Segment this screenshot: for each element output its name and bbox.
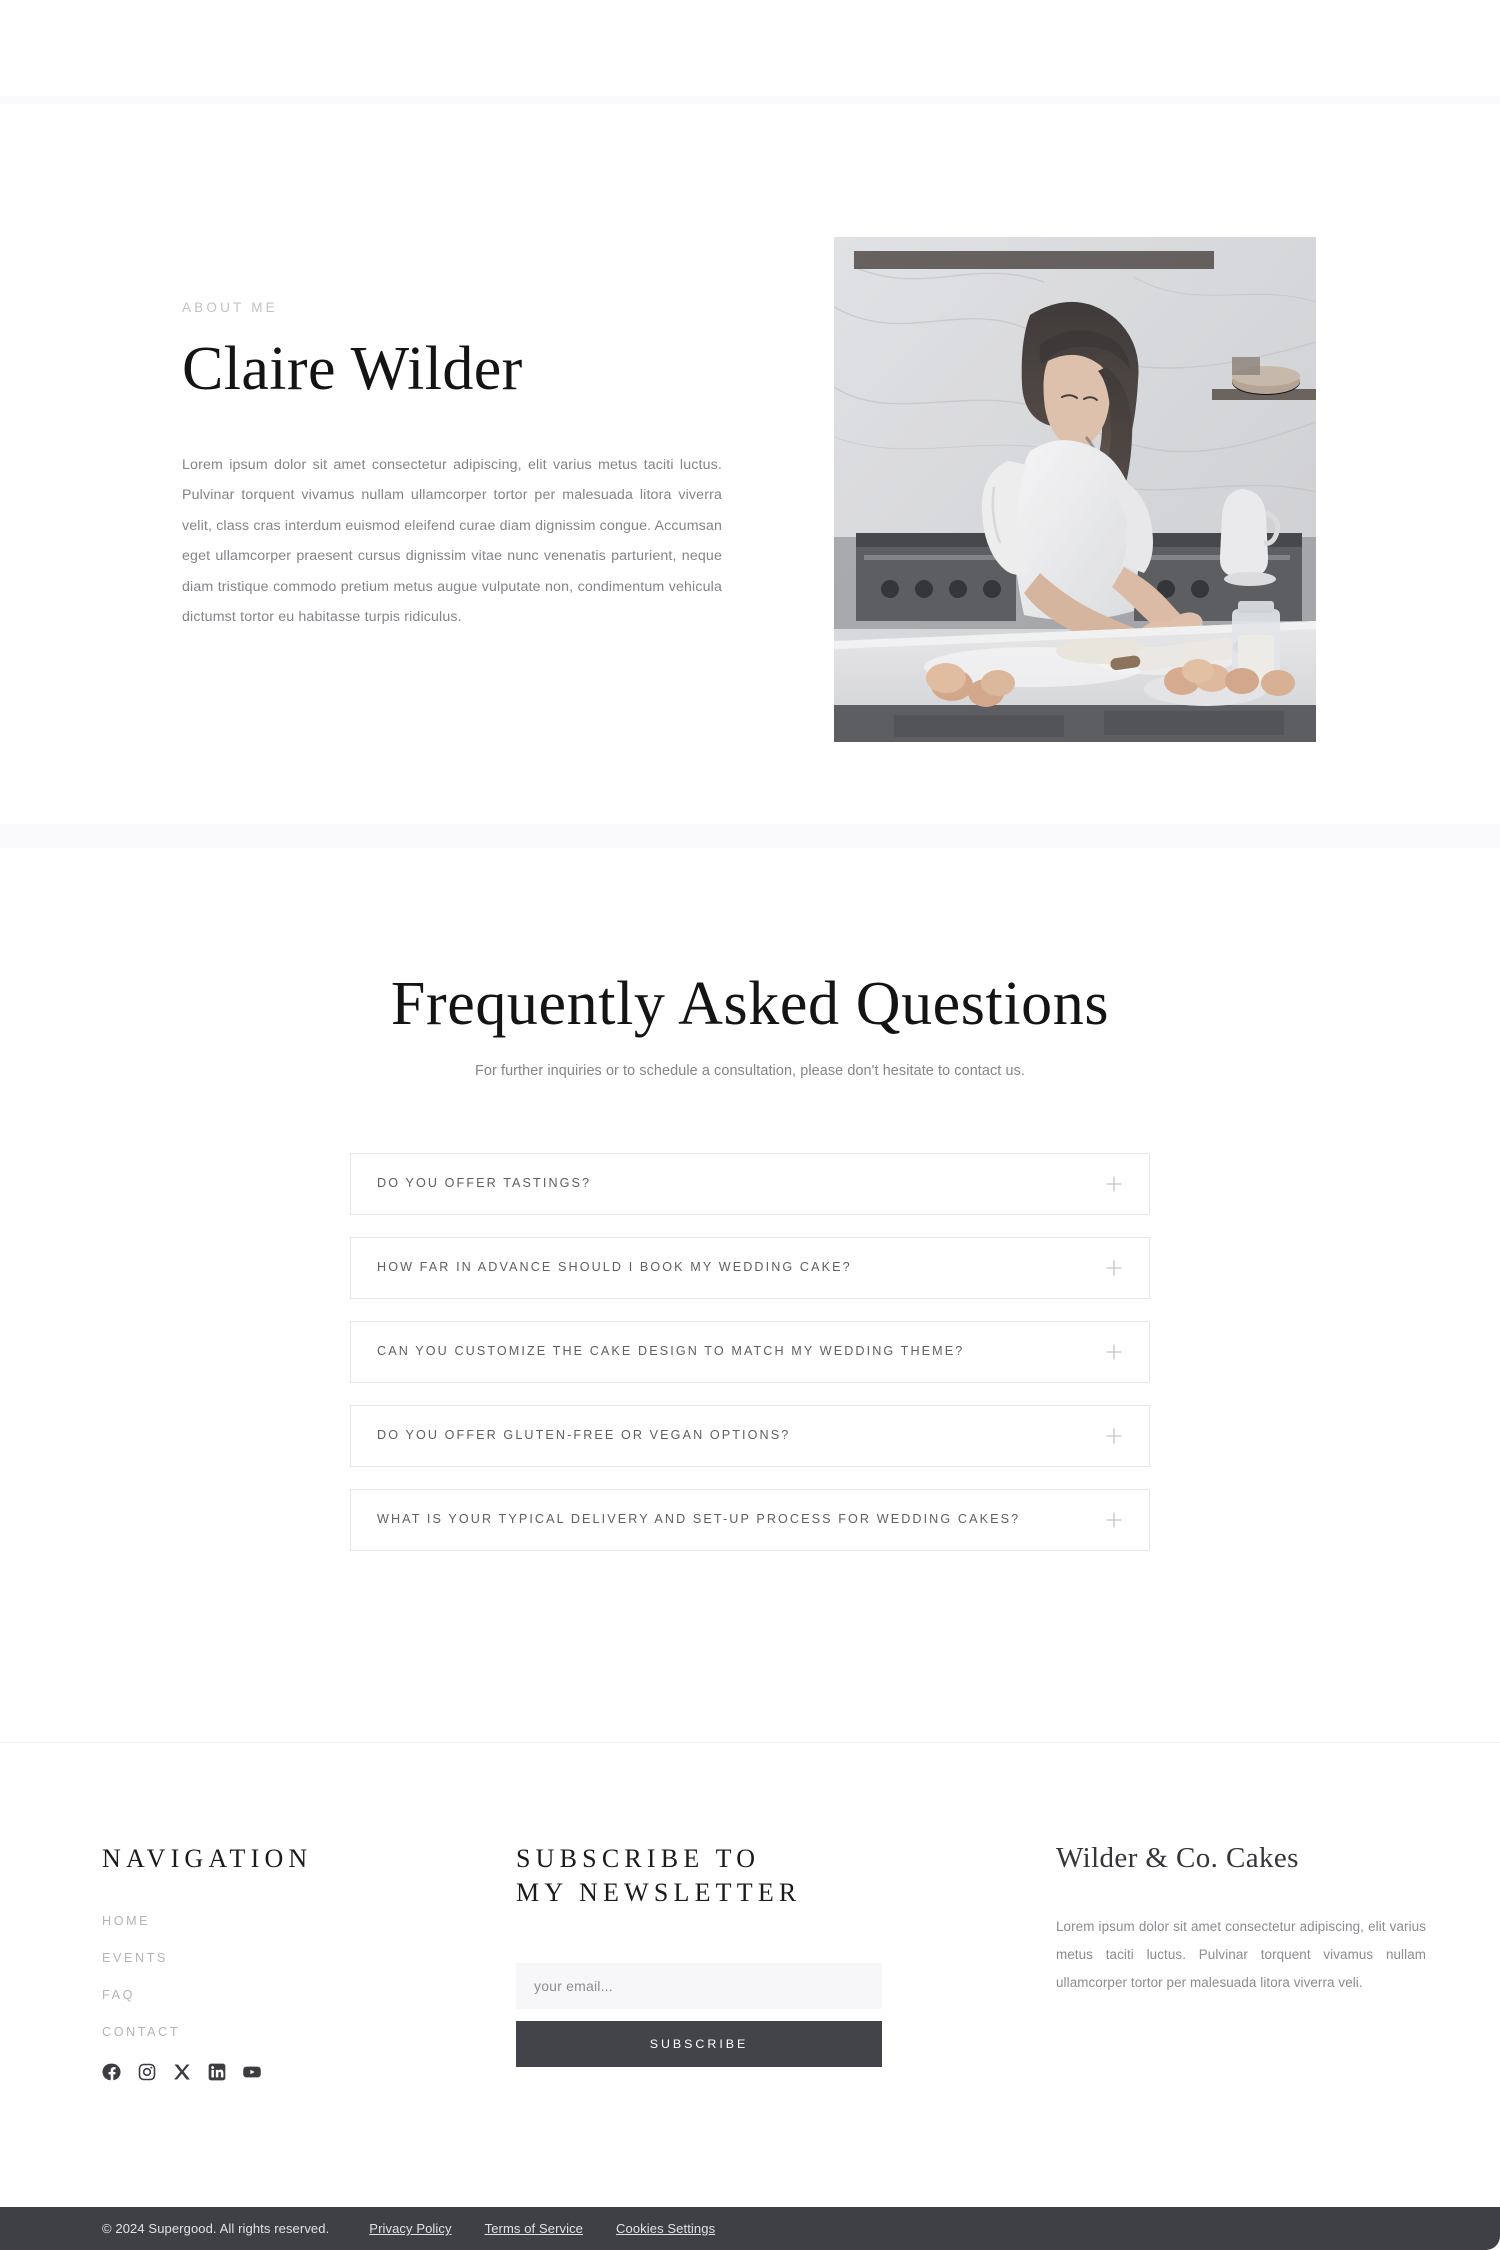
about-text-block: ABOUT ME Claire Wilder Lorem ipsum dolor… (182, 300, 722, 632)
footer-nav-links: HOME EVENTS FAQ CONTACT (102, 1914, 402, 2039)
sidebar-item-home[interactable]: HOME (102, 1914, 402, 1928)
youtube-icon[interactable] (242, 2062, 262, 2082)
top-spacer (0, 0, 1500, 96)
about-paragraph: Lorem ipsum dolor sit amet consectetur a… (182, 457, 722, 626)
email-field[interactable] (516, 1962, 882, 2009)
about-eyebrow: ABOUT ME (182, 300, 278, 315)
faq-question-label: DO YOU OFFER TASTINGS? (377, 1176, 592, 1191)
landing-page: ABOUT ME Claire Wilder Lorem ipsum dolor… (0, 0, 1500, 2250)
faq-question-label: CAN YOU CUSTOMIZE THE CAKE DESIGN TO MAT… (377, 1344, 965, 1359)
privacy-policy-link[interactable]: Privacy Policy (369, 2221, 451, 2236)
faq-question-label: WHAT IS YOUR TYPICAL DELIVERY AND SET-UP… (377, 1512, 1021, 1527)
plus-icon[interactable] (1105, 1175, 1123, 1193)
cookies-settings-link[interactable]: Cookies Settings (616, 2221, 715, 2236)
brand-name: Wilder & Co. Cakes (1056, 1842, 1299, 1874)
faq-accordion-item[interactable]: DO YOU OFFER TASTINGS? (350, 1153, 1150, 1215)
x-icon[interactable] (172, 2062, 192, 2082)
site-footer: NAVIGATION HOME EVENTS FAQ CONTACT SUBSC… (0, 1743, 1500, 2207)
baker-rolling-dough-illustration (834, 237, 1316, 742)
newsletter-heading: SUBSCRIBE TO MY NEWSLETTER (516, 1842, 886, 1911)
top-tint-band (0, 96, 1500, 104)
bottom-bar: © 2024 Supergood. All rights reserved. P… (0, 2207, 1500, 2250)
faq-accordion-item[interactable]: WHAT IS YOUR TYPICAL DELIVERY AND SET-UP… (350, 1489, 1150, 1551)
about-photo (834, 237, 1316, 742)
newsletter-heading-line2: MY NEWSLETTER (516, 1878, 802, 1908)
footer-newsletter-column: SUBSCRIBE TO MY NEWSLETTER SUBSCRIBE (516, 1842, 886, 2067)
footer-brand-column: Wilder & Co. Cakes Lorem ipsum dolor sit… (1056, 1842, 1426, 1997)
faq-question-label: DO YOU OFFER GLUTEN-FREE OR VEGAN OPTION… (377, 1428, 791, 1443)
linkedin-icon[interactable] (207, 2062, 227, 2082)
faq-section: Frequently Asked Questions For further i… (0, 848, 1500, 1742)
about-section: ABOUT ME Claire Wilder Lorem ipsum dolor… (0, 104, 1500, 838)
plus-icon[interactable] (1105, 1511, 1123, 1529)
faq-accordion-item[interactable]: CAN YOU CUSTOMIZE THE CAKE DESIGN TO MAT… (350, 1321, 1150, 1383)
plus-icon[interactable] (1105, 1427, 1123, 1445)
faq-accordion-item[interactable]: HOW FAR IN ADVANCE SHOULD I BOOK MY WEDD… (350, 1237, 1150, 1299)
sidebar-item-contact[interactable]: CONTACT (102, 2025, 402, 2039)
brand-description: Lorem ipsum dolor sit amet consectetur a… (1056, 1919, 1426, 1990)
footer-nav-heading: NAVIGATION (102, 1844, 313, 1873)
copyright-text: © 2024 Supergood. All rights reserved. (102, 2221, 330, 2236)
social-links (102, 2062, 402, 2082)
sidebar-item-faq[interactable]: FAQ (102, 1988, 402, 2002)
faq-subtitle: For further inquiries or to schedule a c… (474, 1063, 1025, 1079)
plus-icon[interactable] (1105, 1343, 1123, 1361)
footer-nav-column: NAVIGATION HOME EVENTS FAQ CONTACT (102, 1842, 402, 2082)
faq-accordion-item[interactable]: DO YOU OFFER GLUTEN-FREE OR VEGAN OPTION… (350, 1405, 1150, 1467)
mid-tint-band (0, 824, 1500, 848)
newsletter-heading-line1: SUBSCRIBE TO (516, 1844, 761, 1873)
terms-of-service-link[interactable]: Terms of Service (485, 2221, 583, 2236)
sidebar-item-events[interactable]: EVENTS (102, 1951, 402, 1965)
about-name-heading: Claire Wilder (182, 335, 523, 403)
faq-accordion-list: DO YOU OFFER TASTINGS? HOW FAR IN ADVANC… (350, 1153, 1150, 1573)
facebook-icon[interactable] (102, 2062, 122, 2082)
faq-title: Frequently Asked Questions (390, 970, 1110, 1038)
instagram-icon[interactable] (137, 2062, 157, 2082)
faq-question-label: HOW FAR IN ADVANCE SHOULD I BOOK MY WEDD… (377, 1260, 852, 1275)
subscribe-button[interactable]: SUBSCRIBE (516, 2020, 882, 2067)
plus-icon[interactable] (1105, 1259, 1123, 1277)
